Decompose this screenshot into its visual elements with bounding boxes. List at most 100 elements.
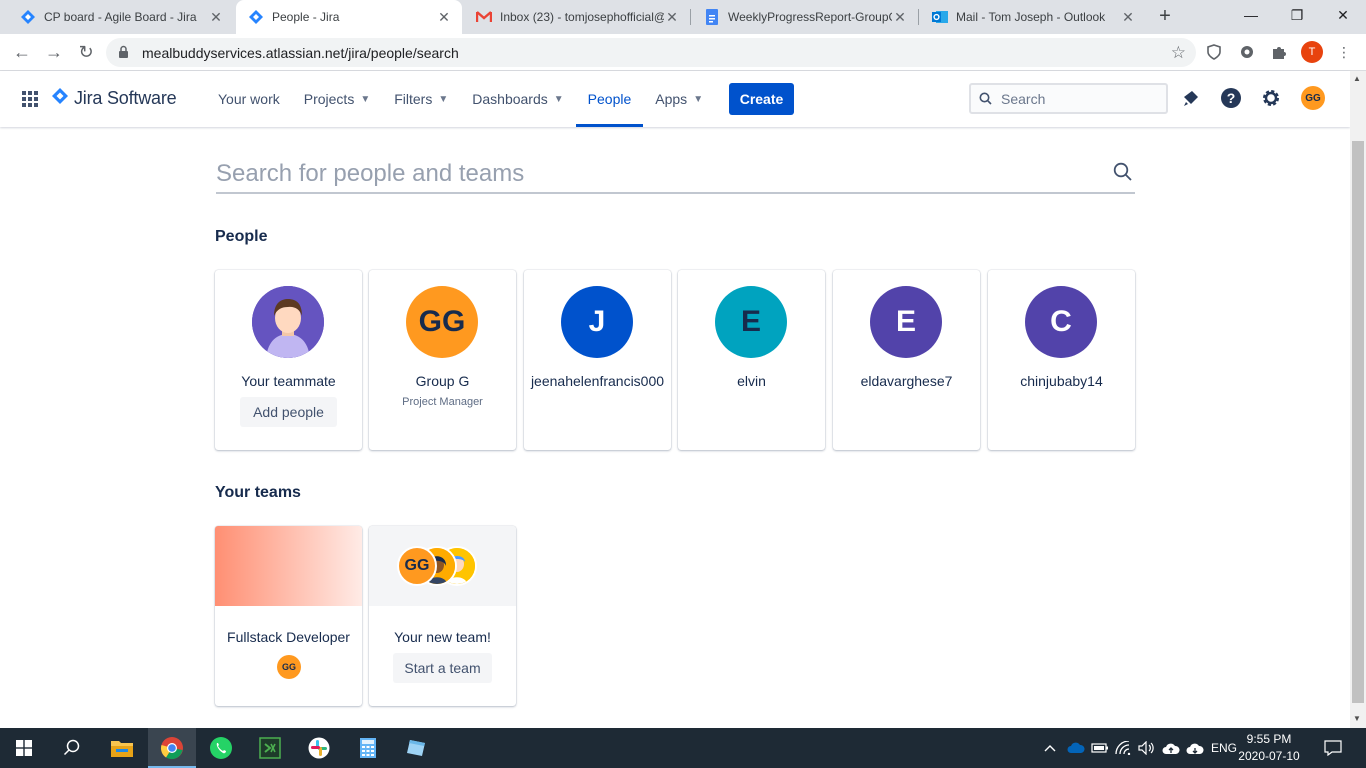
scroll-down-arrow-icon[interactable]: ▼ <box>1353 714 1361 723</box>
chevron-down-icon: ▼ <box>360 93 371 105</box>
chrome-icon[interactable] <box>148 728 196 768</box>
tab-separator <box>918 9 919 25</box>
person-card-elda[interactable]: E eldavarghese7 <box>833 270 980 450</box>
close-icon[interactable]: ✕ <box>1120 9 1136 26</box>
create-button[interactable]: Create <box>729 83 794 115</box>
tab-separator <box>690 9 691 25</box>
browser-tab-outlook[interactable]: Mail - Tom Joseph - Outlook ✕ <box>920 0 1146 34</box>
cloud-sync-icon[interactable] <box>1185 728 1205 768</box>
start-team-button[interactable]: Start a team <box>393 653 492 683</box>
help-icon[interactable]: ? <box>1219 86 1243 110</box>
team-card-fullstack[interactable]: Fullstack Developer GG <box>215 526 362 706</box>
person-card-elvin[interactable]: E elvin <box>678 270 825 450</box>
tab-title: People - Jira <box>272 10 340 24</box>
forward-arrow-icon[interactable]: → <box>42 40 66 64</box>
tab-title: Mail - Tom Joseph - Outlook <box>956 10 1106 24</box>
tab-title: CP board - Agile Board - Jira <box>44 10 197 24</box>
notifications-icon[interactable] <box>1179 86 1203 110</box>
close-icon[interactable]: ✕ <box>436 9 452 26</box>
nav-your-work[interactable]: Your work <box>206 71 292 127</box>
docs-icon <box>704 9 720 25</box>
taskbar-clock[interactable]: 9:55 PM 2020-07-10 <box>1236 731 1302 765</box>
product-name: Jira Software <box>74 88 177 108</box>
menu-kebab-icon[interactable]: ⋮ <box>1334 42 1354 62</box>
tab-title: Inbox (23) - tomjosephofficial@ <box>500 10 664 24</box>
team-card-new[interactable]: GG Your new team! Start a team <box>369 526 516 706</box>
onedrive-cloud-icon[interactable] <box>1066 728 1086 768</box>
scrollbar-thumb[interactable] <box>1352 141 1364 703</box>
browser-tab-gmail[interactable]: Inbox (23) - tomjosephofficial@ ✕ <box>464 0 690 34</box>
search-placeholder: Search for people and teams <box>216 160 525 187</box>
browser-tab-cp-board[interactable]: CP board - Agile Board - Jira ✕ <box>8 0 234 34</box>
whatsapp-icon[interactable] <box>197 728 245 768</box>
minimize-button[interactable]: — <box>1228 0 1274 30</box>
address-bar[interactable]: mealbuddyservices.atlassian.net/jira/peo… <box>106 38 1196 67</box>
browser-tab-docs[interactable]: WeeklyProgressReport-GroupG ✕ <box>692 0 918 34</box>
terminal-app-icon[interactable] <box>246 728 294 768</box>
wifi-icon[interactable] <box>1114 728 1134 768</box>
settings-gear-icon[interactable] <box>1259 86 1283 110</box>
team-member-avatar: GG <box>277 655 301 679</box>
puzzle-extensions-icon[interactable] <box>1269 42 1289 62</box>
header-search-input[interactable]: Search <box>969 83 1168 114</box>
new-tab-button[interactable]: + <box>1154 5 1176 27</box>
team-banner: GG <box>369 526 516 606</box>
close-icon[interactable]: ✕ <box>664 9 680 26</box>
person-card-group-g[interactable]: GG Group G Project Manager <box>369 270 516 450</box>
reload-icon[interactable]: ↻ <box>74 40 98 64</box>
gmail-icon <box>476 9 492 25</box>
teams-section-title: Your teams <box>215 484 301 501</box>
notification-center-icon[interactable] <box>1322 728 1344 768</box>
shield-extension-icon[interactable] <box>1204 42 1224 62</box>
search-icon[interactable] <box>1113 162 1133 187</box>
browser-tab-people[interactable]: People - Jira ✕ <box>236 0 462 34</box>
tray-overflow-chevron-icon[interactable] <box>1042 728 1058 768</box>
battery-icon[interactable] <box>1090 728 1110 768</box>
search-icon <box>979 92 992 110</box>
file-explorer-icon[interactable] <box>98 728 146 768</box>
nav-apps[interactable]: Apps ▼ <box>643 71 715 127</box>
close-icon[interactable]: ✕ <box>892 9 908 26</box>
windows-start-icon[interactable] <box>0 728 48 768</box>
person-avatar: E <box>715 286 787 358</box>
chevron-down-icon: ▼ <box>693 93 704 105</box>
lock-icon <box>118 45 129 64</box>
slack-icon[interactable] <box>295 728 343 768</box>
team-name: Your new team! <box>394 629 491 645</box>
browser-toolbar: ← → ↻ mealbuddyservices.atlassian.net/ji… <box>0 34 1366 71</box>
browser-profile-avatar[interactable]: T <box>1301 41 1323 63</box>
nav-people[interactable]: People <box>575 71 644 127</box>
jira-logo[interactable]: Jira Software <box>52 88 177 109</box>
chevron-down-icon: ▼ <box>553 93 564 105</box>
restore-button[interactable]: ❐ <box>1274 0 1320 30</box>
bookmark-star-icon[interactable]: ☆ <box>1171 43 1186 63</box>
volume-icon[interactable] <box>1137 728 1157 768</box>
browser-tab-strip: CP board - Agile Board - Jira ✕ People -… <box>0 0 1366 34</box>
person-name: chinjubaby14 <box>1020 373 1103 389</box>
outlook-icon <box>932 9 948 25</box>
search-icon[interactable] <box>48 728 96 768</box>
chevron-down-icon: ▼ <box>438 93 449 105</box>
close-icon[interactable]: ✕ <box>208 9 224 26</box>
windows-taskbar: ENG 9:55 PM 2020-07-10 <box>0 728 1366 768</box>
person-avatar: GG <box>406 286 478 358</box>
nav-projects[interactable]: Projects ▼ <box>292 71 382 127</box>
person-role: Project Manager <box>402 396 483 408</box>
teammate-avatar-icon <box>252 286 324 358</box>
person-card-chinju[interactable]: C chinjubaby14 <box>988 270 1135 450</box>
user-avatar[interactable]: GG <box>1301 86 1325 110</box>
people-team-search-input[interactable]: Search for people and teams <box>216 156 1135 194</box>
nav-filters[interactable]: Filters ▼ <box>382 71 460 127</box>
add-people-button[interactable]: Add people <box>240 397 337 427</box>
window-close-button[interactable]: ✕ <box>1320 0 1366 30</box>
cloud-upload-icon[interactable] <box>1161 728 1181 768</box>
person-card-jeena[interactable]: J jeenahelenfrancis000 <box>524 270 671 450</box>
person-card-teammate[interactable]: Your teammate Add people <box>215 270 362 450</box>
nav-dashboards[interactable]: Dashboards ▼ <box>460 71 575 127</box>
back-arrow-icon[interactable]: ← <box>10 40 34 64</box>
paint-app-icon[interactable] <box>392 728 440 768</box>
app-switcher-grid-icon[interactable] <box>22 91 38 107</box>
calculator-icon[interactable] <box>344 728 392 768</box>
extension-icon[interactable] <box>1237 42 1257 62</box>
scroll-up-arrow-icon[interactable]: ▲ <box>1353 74 1361 83</box>
